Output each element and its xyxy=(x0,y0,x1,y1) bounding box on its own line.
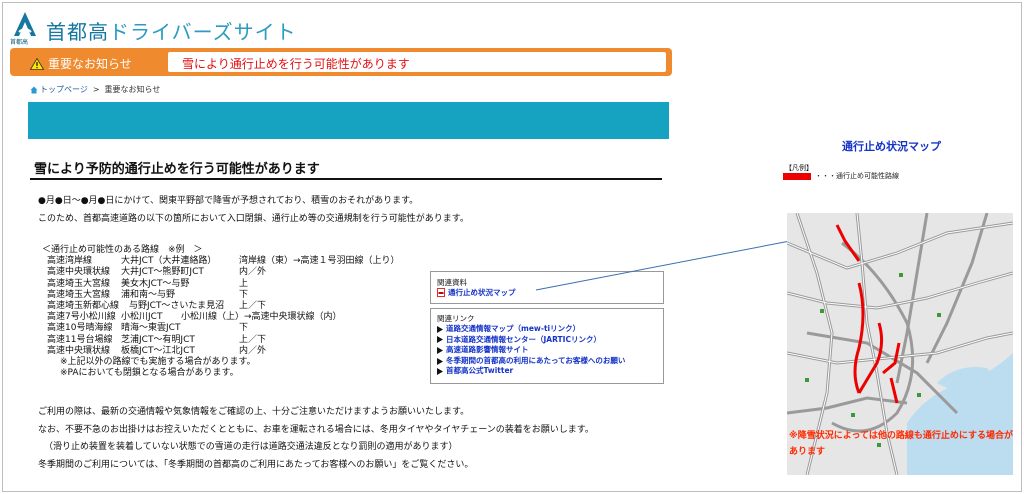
notice-message-link[interactable]: 雪により通行止めを行う可能性があります xyxy=(182,55,410,72)
route-name: 高速埼玉新都心線 xyxy=(47,301,120,312)
route-section: 晴海～東雲JCT xyxy=(121,323,181,334)
route-section: 与野JCT～さいたま見沼 xyxy=(129,301,225,312)
route-name: 高速中央環状線 xyxy=(47,345,111,356)
breadcrumb-home-link[interactable]: トップページ xyxy=(40,84,88,95)
legend-label: 【凡例】 xyxy=(785,164,813,172)
related-link-item[interactable]: 道路交通情報マップ（mew-tiリンク） xyxy=(437,324,625,335)
route-name: 高速埼玉大宮線 xyxy=(47,278,111,289)
legend-text: ・・・通行止め可能性路線 xyxy=(815,172,899,180)
route-row: 高速7号小松川線 小松川JCT 小松川線（上）→高速中央環状線（内） xyxy=(42,312,400,323)
closure-map-pdf-link[interactable]: 通行止め状況マップ xyxy=(437,287,516,298)
route-direction: 内／外 xyxy=(239,267,267,278)
related-link-item[interactable]: 高速道路影響情報サイト xyxy=(437,345,625,356)
breadcrumb-separator: > xyxy=(92,85,100,94)
route-name: 高速埼玉大宮線 xyxy=(47,289,111,300)
related-links-list: 道路交通情報マップ（mew-tiリンク） 日本道路交通情報センター（JARTIC… xyxy=(437,324,625,377)
route-row: 高速10号晴海線 晴海～東雲JCT 下 xyxy=(42,323,400,334)
triangle-bullet-icon xyxy=(437,357,443,365)
route-note-2: ※PAにおいても閉鎖となる場合があります。 xyxy=(60,368,239,379)
route-direction: 小松川線（上）→高速中央環状線（内） xyxy=(181,312,342,323)
closure-map-link-text[interactable]: 通行止め状況マップ xyxy=(448,287,516,298)
legend-closure-swatch xyxy=(783,173,811,180)
route-row: 高速11号台場線 芝浦JCT～有明JCT 上／下 xyxy=(42,335,400,346)
route-direction: 下 xyxy=(239,289,249,300)
route-section: 芝浦JCT～有明JCT xyxy=(121,334,195,345)
home-icon xyxy=(30,86,38,93)
related-link-text[interactable]: 高速道路影響情報サイト xyxy=(446,345,529,356)
site-logo[interactable]: 首都高 首都高ドライバーズサイト xyxy=(10,10,297,46)
important-notice-bar: 重要なお知らせ 雪により通行止めを行う可能性があります xyxy=(10,48,672,76)
intro-line-1: ●月●日～●月●日にかけて、関東平野部で降雪が予想されており、積雪のおそれがあり… xyxy=(38,196,419,206)
route-direction: 上 xyxy=(239,278,249,289)
closing-line-1: ご利用の際は、最新の交通情報や気象情報をご確認の上、十分ご注意いただけますようお… xyxy=(38,407,470,417)
route-list-header: ＜通行止め可能性のある路線 ※例 ＞ xyxy=(42,245,203,255)
breadcrumb: トップページ > 重要なお知らせ xyxy=(30,84,160,95)
site-title: 首都高ドライバーズサイト xyxy=(46,20,297,44)
closure-route-list: ＜通行止め可能性のある路線 ※例 ＞ 高速湾岸線 大井JCT（大井連絡路） 湾岸… xyxy=(42,245,400,379)
route-section: 大井JCT（大井連絡路） xyxy=(121,256,217,267)
related-link-item[interactable]: 日本道路交通情報センター（JARTICリンク） xyxy=(437,335,625,346)
route-note-1: ※上記以外の路線でも実施する場合があります。 xyxy=(60,357,256,368)
article-title: 雪により予防的通行止めを行う可能性があります xyxy=(34,162,320,177)
notice-label: 重要なお知らせ xyxy=(48,57,132,71)
related-links-box: 関連リンク 道路交通情報マップ（mew-tiリンク） 日本道路交通情報センター（… xyxy=(430,308,664,384)
closure-status-map: ※降雪状況によっては他の路線も通行止めにする場合があります xyxy=(787,213,1013,475)
route-name: 高速10号晴海線 xyxy=(47,323,113,334)
route-section: 大井JCT～熊野町JCT xyxy=(121,267,204,278)
route-row: 高速埼玉大宮線 美女木JCT～与野 上 xyxy=(42,279,400,290)
header-banner xyxy=(28,102,669,139)
route-section: 美女木JCT～与野 xyxy=(121,278,190,289)
related-link-item[interactable]: 冬季期間の首都高の利用にあたってお客様へのお願い xyxy=(437,356,625,367)
route-section: 小松川JCT xyxy=(121,312,163,323)
map-title: 通行止め状況マップ xyxy=(842,140,941,153)
related-link-text[interactable]: 首都高公式Twitter xyxy=(446,366,513,377)
related-link-text[interactable]: 冬季期間の首都高の利用にあたってお客様へのお願い xyxy=(446,356,625,367)
route-direction: 上／下 xyxy=(239,301,267,312)
related-links-label: 関連リンク xyxy=(437,314,475,323)
route-name: 高速湾岸線 xyxy=(47,256,93,267)
related-link-text[interactable]: 道路交通情報マップ（mew-tiリンク） xyxy=(446,324,580,335)
route-name: 高速中央環状線 xyxy=(47,267,111,278)
closing-line-2: なお、不要不急のお出掛けはお控えいただくとともに、お車を運転される場合には、冬用… xyxy=(38,425,594,435)
route-direction: 下 xyxy=(239,323,249,334)
notice-label-group: 重要なお知らせ xyxy=(30,55,132,72)
route-direction: 上／下 xyxy=(239,334,267,345)
logo-small-label: 首都高 xyxy=(10,39,29,46)
route-row: 高速湾岸線 大井JCT（大井連絡路） 湾岸線（東）→高速１号羽田線（上り） xyxy=(42,256,400,267)
closing-line-4: 冬季期間のご利用については、「冬季期間の首都高のご利用にあたってお客様へのお願い… xyxy=(38,460,474,470)
title-divider xyxy=(30,178,662,180)
route-row: 高速中央環状線 大井JCT～熊野町JCT 内／外 xyxy=(42,267,400,278)
warning-icon xyxy=(30,57,44,70)
map-warning-note: ※降雪状況によっては他の路線も通行止めにする場合があります xyxy=(789,431,1013,457)
route-section: 板橋JCT～江北JCT xyxy=(121,345,195,356)
closing-line-3: （滑り止め装置を装着していない状態での雪道の走行は道路交通法違反となり罰則の適用… xyxy=(44,442,458,452)
route-direction: 湾岸線（東）→高速１号羽田線（上り） xyxy=(239,256,400,267)
notice-message-box[interactable]: 雪により通行止めを行う可能性があります xyxy=(168,52,666,72)
site-title-sub: ドライバーズサイト xyxy=(109,20,297,44)
route-row: 高速埼玉新都心線 与野JCT～さいたま見沼 上／下 xyxy=(42,301,400,312)
related-link-item[interactable]: 首都高公式Twitter xyxy=(437,366,625,377)
site-title-main: 首都高 xyxy=(46,20,109,44)
triangle-bullet-icon xyxy=(437,346,443,354)
related-docs-box: 関連資料 通行止め状況マップ xyxy=(430,271,664,304)
related-link-text[interactable]: 日本道路交通情報センター（JARTICリンク） xyxy=(446,335,601,346)
pdf-icon xyxy=(437,288,445,297)
route-row: 高速中央環状線 板橋JCT～江北JCT 内／外 xyxy=(42,346,400,357)
intro-line-2: このため、首都高速道路の以下の箇所において入口閉鎖、通行止め等の交通規制を行う可… xyxy=(38,214,469,224)
route-name: 高速7号小松川線 xyxy=(47,312,116,323)
route-row: 高速埼玉大宮線 浦和南～与野 下 xyxy=(42,290,400,301)
route-direction: 内／外 xyxy=(239,345,267,356)
triangle-bullet-icon xyxy=(437,336,443,344)
breadcrumb-current: 重要なお知らせ xyxy=(104,85,161,94)
route-section: 浦和南～与野 xyxy=(121,289,176,300)
route-name: 高速11号台場線 xyxy=(47,334,113,345)
triangle-bullet-icon xyxy=(437,325,443,333)
logo-mark-icon: 首都高 xyxy=(10,10,40,46)
triangle-bullet-icon xyxy=(437,368,443,376)
